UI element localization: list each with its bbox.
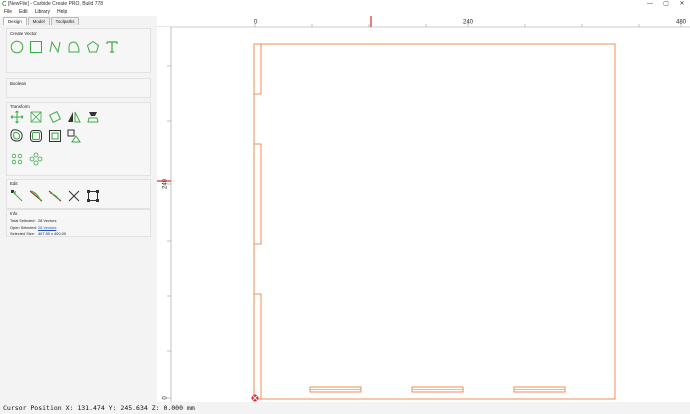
circular-array-tool[interactable] [10, 152, 24, 166]
open-selected-row: Open Selected: 28 Vectors [10, 224, 56, 230]
close-button[interactable]: ✕ [674, 0, 690, 8]
left-ruler [157, 27, 171, 402]
top-ruler-label-480: 480 [676, 20, 687, 26]
join-vectors-tool[interactable] [86, 189, 100, 203]
design-canvas[interactable]: 0 240 480 240 0 [157, 16, 690, 402]
shear-tool[interactable] [86, 110, 100, 124]
open-selected-label: Open Selected: [10, 224, 37, 230]
info-group: Info Total Selected: 28 Vectors Open Sel… [6, 209, 151, 237]
scale-tool[interactable] [29, 110, 43, 124]
polygon-tool[interactable] [86, 40, 100, 54]
title-bar: [NewFile] - Carbide Create PRO, Build 77… [0, 0, 690, 8]
shear-icon [87, 112, 99, 123]
app-logo-icon [2, 1, 7, 6]
window-title: [NewFile] - Carbide Create PRO, Build 77… [8, 1, 104, 7]
status-bar: Cursor Position X: 131.474 Y: 245.634 Z:… [0, 402, 690, 414]
fillet-icon [30, 130, 42, 142]
cursor-position-readout: Cursor Position X: 131.474 Y: 245.634 Z:… [3, 404, 195, 412]
tab-design[interactable]: Design [3, 17, 27, 25]
polyline-icon [49, 40, 61, 54]
selected-size-value: 407.50 x 400.00 [38, 231, 66, 236]
boolean-group: Boolean [6, 78, 151, 98]
rectangle-icon [30, 41, 42, 53]
rectangle-tool[interactable] [29, 40, 43, 54]
rotate-icon [49, 111, 61, 123]
maximize-button[interactable]: ▢ [658, 0, 674, 8]
move-tool[interactable] [10, 110, 24, 124]
menu-edit[interactable]: Edit [19, 8, 28, 16]
mirror-tool[interactable] [67, 110, 81, 124]
curve-tool[interactable] [67, 40, 81, 54]
align-center-tool[interactable] [48, 129, 62, 143]
top-ruler-label-240: 240 [463, 20, 474, 26]
offset-tool[interactable] [10, 129, 24, 143]
selected-size-label: Selected Size: [10, 231, 35, 236]
grid-array-icon [29, 152, 43, 166]
trim-icon [29, 190, 43, 202]
extend-icon [48, 190, 62, 202]
circle-icon [10, 40, 24, 54]
text-tool[interactable] [105, 40, 119, 54]
align-objects-tool[interactable] [67, 129, 81, 143]
grid-array-tool[interactable] [29, 152, 43, 166]
move-arrows-icon [10, 110, 24, 124]
design-vectors[interactable] [253, 43, 616, 400]
transform-label: Transform [10, 104, 30, 109]
polyline-tool[interactable] [48, 40, 62, 54]
menu-help[interactable]: Help [57, 8, 67, 16]
edit-nodes-tool[interactable] [10, 189, 24, 203]
minimize-button[interactable]: — [642, 0, 658, 8]
origin-icon [250, 393, 260, 402]
curve-icon [68, 41, 80, 53]
tab-model[interactable]: Model [27, 17, 50, 25]
fillet-tool[interactable] [29, 129, 43, 143]
create-vector-label: Create Vector [10, 31, 37, 36]
scale-icon [30, 111, 42, 123]
rotate-tool[interactable] [48, 110, 62, 124]
circular-array-icon [11, 153, 23, 165]
edit-label: Edit [10, 181, 18, 186]
transform-group: Transform [6, 102, 151, 176]
top-ruler [157, 16, 690, 27]
cut-vector-icon [68, 190, 80, 202]
circle-tool[interactable] [10, 40, 24, 54]
left-ruler-label-240: 240 [163, 178, 169, 189]
edit-group: Edit [6, 179, 151, 209]
join-vectors-icon [87, 190, 99, 202]
edit-nodes-icon [11, 190, 23, 202]
cut-vector-tool[interactable] [67, 189, 81, 203]
total-selected-label: Total Selected: [10, 218, 36, 223]
tab-toolpaths[interactable]: Toolpaths [50, 17, 80, 25]
boolean-label: Boolean [10, 81, 27, 86]
menu-file[interactable]: File [4, 8, 12, 16]
outer-panel-vector[interactable] [253, 43, 616, 400]
trim-tool[interactable] [29, 189, 43, 203]
offset-icon [10, 129, 23, 142]
create-vector-group: Create Vector [6, 28, 151, 73]
mirror-icon [68, 111, 81, 123]
total-selected-row: Total Selected: 28 Vectors [10, 218, 56, 223]
extend-tool[interactable] [48, 189, 62, 203]
open-selected-link[interactable]: 28 Vectors [38, 225, 56, 230]
align-objects-icon [67, 129, 81, 143]
finger-joint-vector[interactable] [254, 44, 262, 399]
info-label: Info [10, 211, 18, 216]
menu-bar: File Edit Library Help [0, 8, 690, 16]
window-controls: — ▢ ✕ [642, 0, 690, 8]
align-center-icon [49, 130, 61, 142]
polygon-icon [86, 40, 100, 53]
total-selected-value: 28 Vectors [38, 218, 57, 223]
menu-library[interactable]: Library [35, 8, 50, 16]
selected-size-row: Selected Size: 407.50 x 400.00 [10, 231, 66, 236]
text-icon [106, 41, 118, 53]
panel-tabs: Design Model Toolpaths [3, 17, 80, 25]
left-panel: Design Model Toolpaths Create Vector Boo… [0, 16, 155, 402]
